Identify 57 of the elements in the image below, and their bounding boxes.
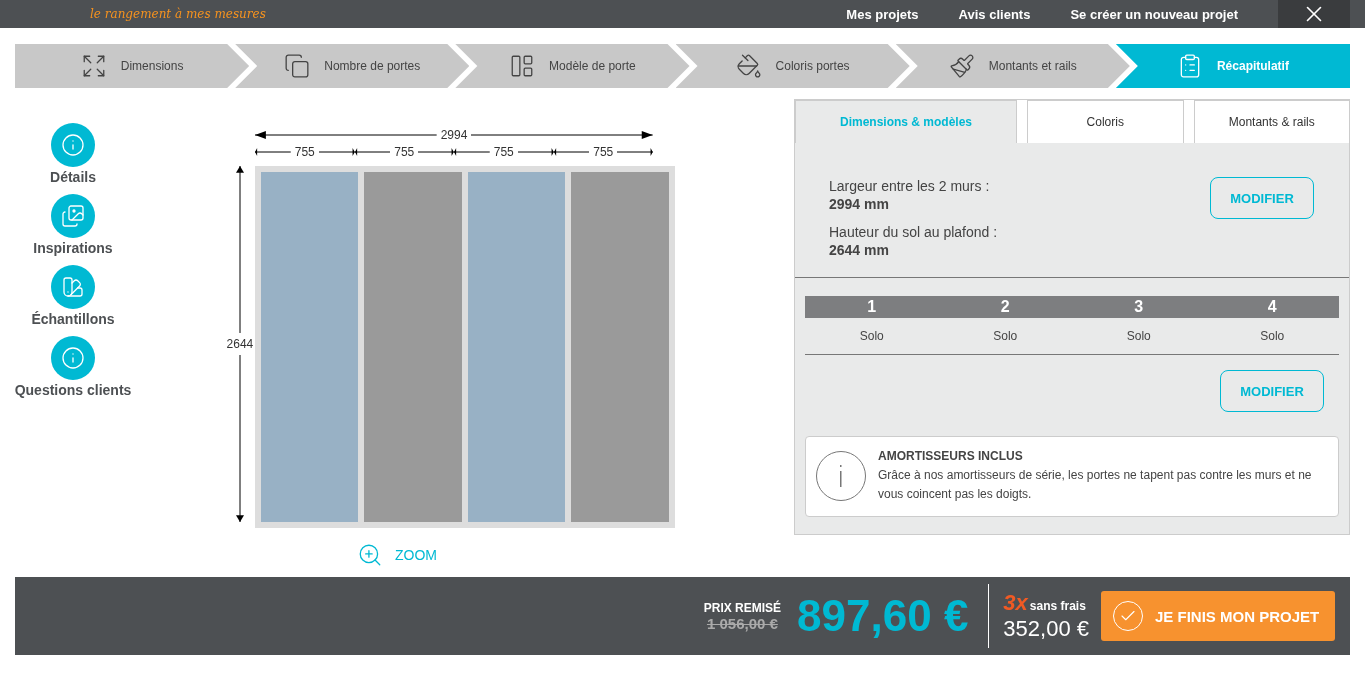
step-tab[interactable]: Modèle de porte [455,44,690,88]
summary-tab[interactable]: Coloris [1027,100,1184,143]
dimension-name: Hauteur du sol au plafond : [829,223,998,241]
door-number: 3 [1133,297,1145,317]
nav-link[interactable]: Mes projets [846,6,919,22]
paintbrush-icon [948,53,975,79]
dimension-label: 755 [592,145,615,159]
step-tab[interactable]: Coloris portes [675,44,910,88]
dimension-label: 755 [492,145,515,159]
door-type: Solo [1125,329,1152,343]
info-icon [816,451,866,501]
dimension-arrow [617,148,653,156]
close-button[interactable] [1278,0,1350,28]
door-number: 2 [999,297,1011,317]
dimension-label: 755 [293,145,316,159]
sidebar-icon-button[interactable] [51,123,95,167]
photos-icon [61,204,85,228]
sidebar-icon-button[interactable] [51,265,95,309]
notice-title: AMORTISSEURS INCLUS [878,449,1024,463]
dimension-name: Largeur entre les 2 murs : [829,177,991,195]
door-type: Solo [858,329,885,343]
dimension-label: 755 [393,145,416,159]
sidebar-link[interactable]: Détails [50,169,96,185]
door-type: Solo [992,329,1019,343]
door-number: 1 [866,297,878,317]
nav-link[interactable]: Avis clients [958,6,1031,22]
swatch-icon [61,275,85,299]
price: 897,60 € [797,591,969,641]
stacked-pages-icon [284,53,311,79]
dimension-label: 2644 [226,336,254,353]
installments-count: 3x [1003,590,1028,616]
sidebar-icon-button[interactable] [51,336,95,380]
paint-bucket-icon [735,53,762,79]
dimension-value: 2644 mm [829,241,890,259]
door-type: Solo [1259,329,1286,343]
step-tab[interactable]: Nombre de portes [235,44,470,88]
step-tab[interactable]: Montants et rails [895,44,1130,88]
info-icon [61,133,85,157]
summary-tab[interactable]: Montants & rails [1193,100,1350,143]
info-icon [61,346,85,370]
sidebar-icon-button[interactable] [51,194,95,238]
dimension-label: 2994 [439,128,469,142]
step-tab[interactable]: Dimensions [15,44,250,88]
old-price: 1 056,00 € [706,614,778,632]
zoom-icon [357,542,383,568]
sidebar-link[interactable]: Questions clients [14,382,132,398]
nav-link[interactable]: Se créer un nouveau projet [1070,6,1238,22]
logo-tagline: le rangement à mes mesures [90,7,266,21]
door-number: 4 [1266,297,1278,317]
dimension-arrow [255,148,291,156]
sidebar-link[interactable]: Inspirations [33,240,113,256]
installment-price: 352,00 € [1003,616,1089,642]
installments-note: sans frais [1029,599,1086,613]
notice-text: Grâce à nos amortisseurs de série, les portes ne tapent pas contre les murs et ne vous coincent pas les doigts. [878,467,1313,503]
price-label: PRIX REMISÉ [703,600,782,615]
dimension-value: 2994 mm [829,195,890,213]
sidebar-link[interactable]: Échantillons [31,311,115,327]
